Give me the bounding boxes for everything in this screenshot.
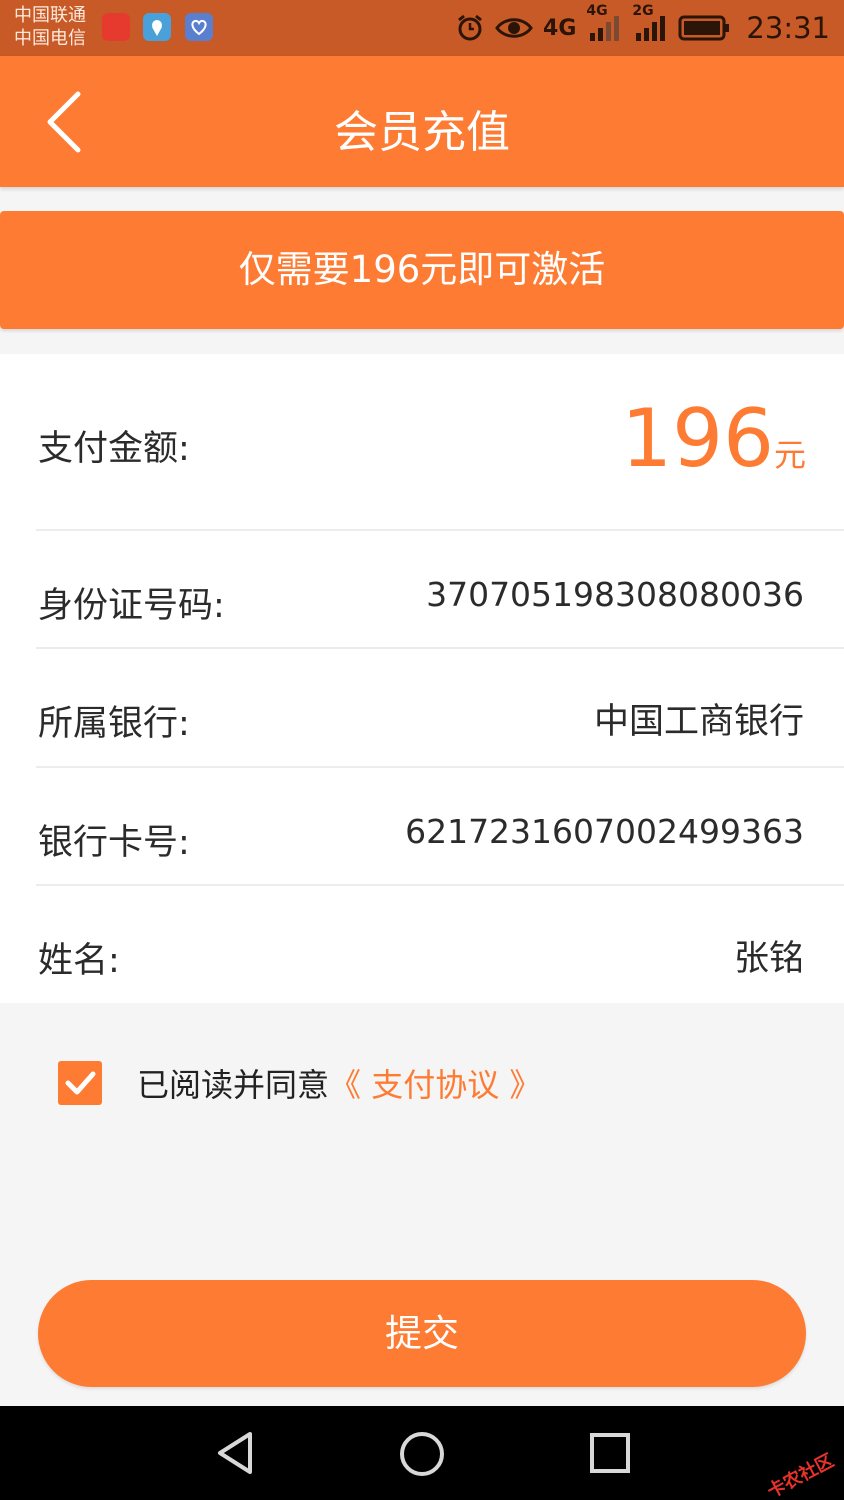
status-bar: 中国联通 中国电信 4G 4G 2G 23:31 [0,0,844,56]
status-time: 23:31 [746,11,830,45]
amount-label: 支付金额: [38,429,190,469]
signal-2g-icon: 2G [632,3,668,43]
checkmark-icon [65,1071,96,1095]
nav-home-button[interactable] [398,1430,446,1482]
app-notification-icon [102,13,130,41]
card-number-row: 银行卡号: 6217231607002499363 [0,768,844,885]
name-label: 姓名: [38,941,120,981]
bank-value: 中国工商银行 [593,702,804,742]
name-row: 姓名: 张铭 [0,886,844,1003]
app-bar: 会员充值 [0,56,844,187]
community-watermark: 卡农社区 [763,1450,838,1500]
carrier-2: 中国电信 [14,28,86,49]
card-number-value: 6217231607002499363 [405,812,804,851]
eye-icon [495,13,533,43]
square-recent-icon [590,1433,630,1473]
amount-value: 196 [621,392,774,485]
payment-agreement-link[interactable]: 《 支付协议 》 [329,1060,541,1106]
agreement-checkbox[interactable] [58,1061,102,1105]
name-value: 张铭 [733,939,804,979]
map-pin-icon [143,13,171,41]
signal-4g-icon: 4G [586,3,622,43]
id-number-label: 身份证号码: [38,586,225,626]
page-title: 会员充值 [334,107,510,158]
card-number-label: 银行卡号: [38,823,190,863]
status-indicators: 4G 4G 2G 23:31 [455,3,830,48]
id-number-value: 370705198308080036 [426,575,804,614]
agreement-row: 已阅读并同意 《 支付协议 》 [58,1061,541,1105]
carrier-1: 中国联通 [14,5,86,26]
nav-recent-button[interactable] [588,1430,632,1480]
network-2g-label: 2G [632,3,654,19]
amount-row: 支付金额: 196元 [0,354,844,530]
network-4g-small-label: 4G [586,3,608,19]
battery-icon [678,14,730,42]
navigation-bar: 卡农社区 [0,1406,844,1500]
circle-home-icon [400,1432,444,1476]
carrier-names: 中国联通 中国电信 [14,4,86,50]
agreement-text: 已阅读并同意 [137,1066,330,1104]
id-number-row: 身份证号码: 370705198308080036 [0,531,844,648]
bank-label: 所属银行: [38,704,190,744]
payment-info-card: 支付金额: 196元 身份证号码: 370705198308080036 所属银… [0,354,844,1003]
alarm-icon [455,13,485,43]
activation-banner: 仅需要196元即可激活 [0,211,844,329]
triangle-back-icon [218,1432,252,1474]
bank-row: 所属银行: 中国工商银行 [0,649,844,766]
amount-value-group: 196元 [621,392,806,485]
amount-unit: 元 [773,436,806,474]
submit-button[interactable]: 提交 [38,1280,806,1387]
network-4g-label: 4G [543,15,577,41]
health-heart-icon [185,13,213,41]
nav-back-button[interactable] [212,1430,258,1480]
